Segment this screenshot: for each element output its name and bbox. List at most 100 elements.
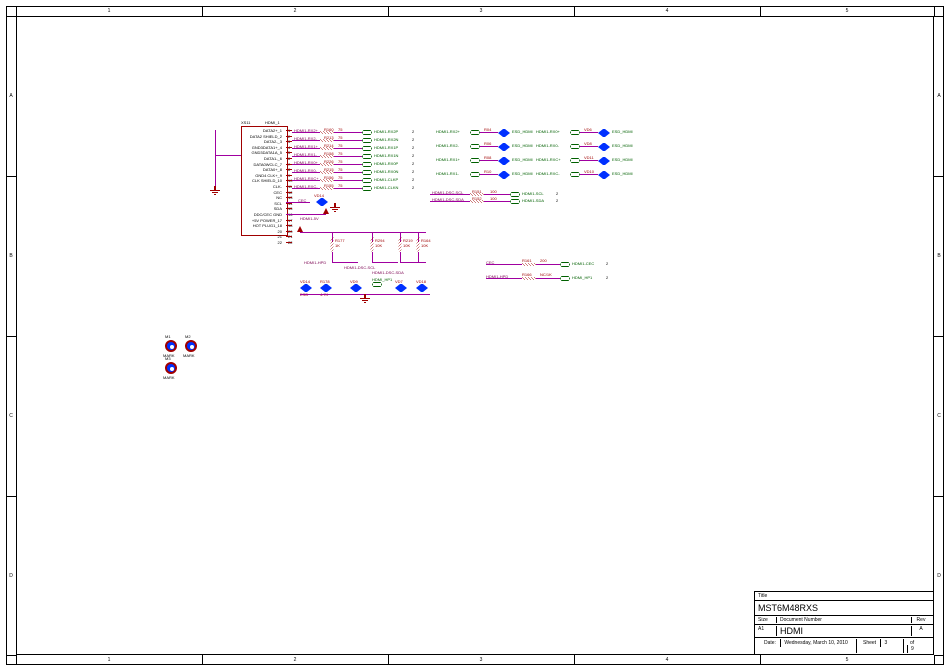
port-page: 2: [412, 137, 414, 142]
tvs-icon: [598, 129, 610, 137]
pin-name: DATA2-_3: [264, 139, 282, 144]
res-val: 10K: [403, 243, 410, 248]
port-page: 2: [412, 185, 414, 190]
offpage-port-icon: [510, 199, 520, 204]
tvs-icon: [395, 284, 407, 292]
port-page: 2: [412, 145, 414, 150]
esd-label: ESD_HDMI: [512, 171, 533, 176]
port-page: 2: [412, 161, 414, 166]
tvs-icon: [598, 171, 610, 179]
tvs-icon: [598, 157, 610, 165]
res-val: 200: [540, 258, 547, 263]
conn-part: HDMI_1: [265, 120, 280, 125]
esd-label: ESD_HDMI: [612, 129, 633, 134]
pin-name: DATA2 SHIELD_2: [250, 134, 282, 139]
offpage-port-icon: [570, 130, 580, 135]
port-label: HDMI1-RX2N: [374, 137, 398, 142]
offpage-port-icon: [470, 158, 480, 163]
mounting-hole-icon: [165, 362, 177, 374]
cec-net: CEC: [298, 198, 306, 203]
offpage-port-icon: [470, 144, 480, 149]
pin-name: DATA1-_6: [264, 156, 282, 161]
frame-inner: [16, 16, 934, 655]
offpage-port-icon: [362, 146, 372, 151]
tvs-ref: VD18: [416, 279, 426, 284]
mh-ref: M2: [185, 334, 191, 339]
res-ref: R161: [522, 258, 532, 263]
tvs-ref: VD6: [584, 127, 592, 132]
tb-of: 9: [907, 645, 917, 653]
esd-label: ESD_HDMI: [512, 143, 533, 148]
res-ref: R166: [522, 272, 532, 277]
cec-vd: VD14: [314, 193, 324, 198]
pin-name: +5V POWER_17: [252, 218, 282, 223]
offpage-port-icon: [362, 130, 372, 135]
tvs-ref: VD14: [300, 279, 310, 284]
offpage-port-icon: [570, 158, 580, 163]
esd-label: ESD_HDMI: [512, 157, 533, 162]
port-label: HDMI1-RXC+: [536, 157, 561, 162]
net-label: HDMI1-HPD: [486, 274, 508, 279]
resistor-icon: [416, 238, 421, 252]
power-arrow-icon: [297, 226, 303, 232]
net-label: HDMI1-RX2+: [294, 128, 318, 133]
net-label: CEC: [486, 260, 494, 265]
pwr-net: HDMI1-5V: [300, 216, 319, 221]
mounting-hole-icon: [185, 340, 197, 352]
port-label: HDMI1-RX2P: [374, 129, 398, 134]
pin-name: DATA0WCLC_7: [253, 162, 282, 167]
tvs-ref: VD10: [584, 169, 594, 174]
tb-sheet-label: Sheet: [860, 639, 879, 647]
pin-name: GND3DATA1+_4: [252, 145, 282, 150]
net-label: HDMI1-RX2-: [294, 136, 317, 141]
tb-sheet: 3: [880, 639, 890, 647]
tb-docnum: HDMI: [777, 626, 911, 636]
pin-name: NC: [276, 195, 282, 200]
pin-name: CEC: [274, 190, 282, 195]
port-label: HDMI1-RX1+: [436, 157, 460, 162]
tvs-icon: [320, 284, 332, 292]
tb-size: A1: [758, 626, 777, 636]
port-label: HDMI1-RX2+: [436, 129, 460, 134]
port-label: HDMI1-RX0N: [374, 169, 398, 174]
offpage-port-icon: [470, 172, 480, 177]
schematic-sheet: 1122334455AABBCCDD XS11 HDMI_1 DATA2+_11…: [0, 0, 950, 671]
tvs-icon: [300, 284, 312, 292]
tvs-icon: [598, 143, 610, 151]
ground-icon: [210, 186, 220, 194]
conn-refdes: XS11: [241, 120, 251, 125]
net-label: HDMI1-RX0-: [294, 168, 317, 173]
mh-ref: M1: [165, 334, 171, 339]
tvs-icon: [498, 157, 510, 165]
net-label: HDMI1-HPD: [304, 260, 326, 265]
tvs-ref: VD8: [584, 141, 592, 146]
offpage-port-icon: [362, 170, 372, 175]
power-arrow-icon: [323, 208, 329, 214]
port-page: 2: [412, 153, 414, 158]
title-block: Title MST6M48RXS Size Document Number Re…: [754, 591, 934, 655]
port-label: HDMI_HP1: [372, 277, 392, 282]
port-label: HDMI1-SCL: [522, 191, 544, 196]
pin-name: CLK SHIELD_10: [252, 178, 282, 183]
tvs-ref: VD11: [584, 155, 594, 160]
pin-name: DATA2+_1: [263, 128, 282, 133]
pin-name: HOT PLUG1_18: [253, 223, 282, 228]
resistor-icon: [330, 238, 335, 252]
pin-name: SCL: [274, 201, 282, 206]
ground-icon: [330, 203, 340, 211]
port-page: 2: [556, 191, 558, 196]
port-label: HDMI1-CLKN: [374, 185, 398, 190]
tvs-icon: [350, 284, 362, 292]
mounting-hole-icon: [165, 340, 177, 352]
mh-name: MARK: [163, 375, 175, 380]
tb-title-label: Title: [758, 593, 767, 599]
offpage-port-icon: [560, 262, 570, 267]
pin-name: GND4 CLK+_9: [255, 173, 282, 178]
offpage-port-icon: [570, 144, 580, 149]
tvs-icon: [416, 284, 428, 292]
offpage-port-icon: [570, 172, 580, 177]
net-label: HDMI1-RXC-: [294, 184, 318, 189]
tb-title: MST6M48RXS: [754, 601, 934, 616]
port-label: HDMI1-RX1N: [374, 153, 398, 158]
ground-icon: [360, 294, 370, 302]
